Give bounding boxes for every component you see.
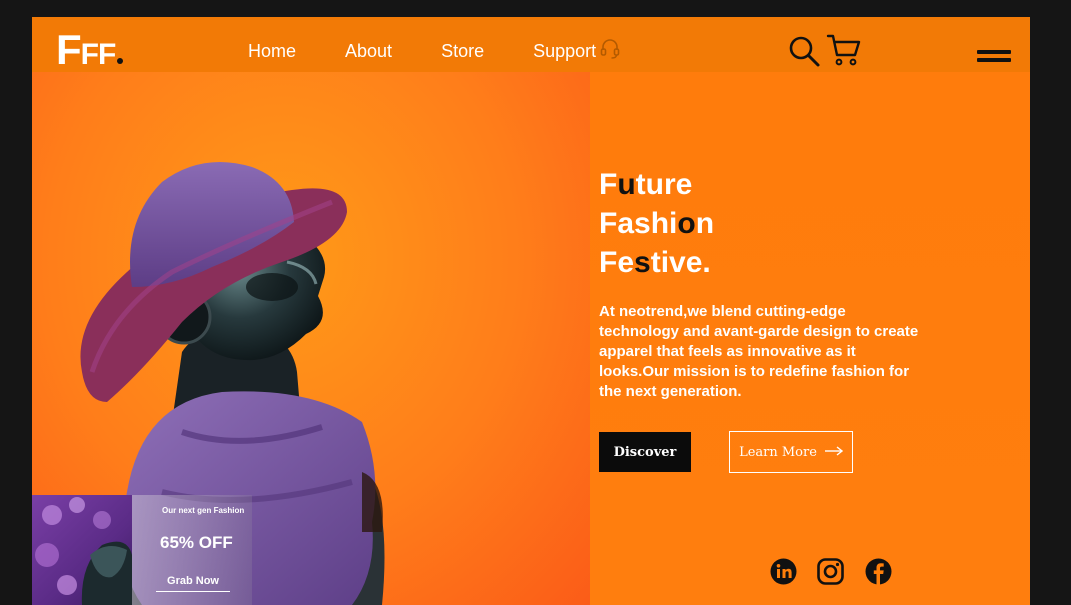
instagram-icon[interactable] [817, 558, 844, 590]
hero-headline: Future Fashion Festive. [599, 165, 714, 282]
promo-image [35, 497, 132, 605]
discover-button[interactable]: Discover [599, 432, 691, 472]
landing-page: F FF Home About Store Support Future Fas… [32, 17, 1030, 605]
hero-description: At neotrend,we blend cutting-edge techno… [599, 303, 919, 400]
headline-line-3: Festive. [599, 246, 711, 279]
headline-line-1: Future [599, 168, 693, 201]
promo-thumbnail[interactable] [32, 495, 132, 605]
learn-more-button[interactable]: Learn More [729, 431, 853, 473]
learn-more-label: Learn More [739, 444, 817, 460]
nav-store-link[interactable]: Store [441, 39, 484, 63]
nav-links: Home About Store Support [248, 39, 602, 63]
grab-now-link[interactable]: Grab Now [156, 575, 230, 592]
arrow-right-icon [824, 445, 844, 460]
facebook-icon[interactable] [865, 558, 892, 590]
brand-logo[interactable]: F FF [56, 26, 124, 73]
promo-kicker: Our next gen Fashion [162, 506, 245, 515]
cart-icon[interactable] [826, 32, 862, 73]
promo-offer: 65% OFF [160, 533, 233, 552]
logo-letter-big: F [56, 26, 82, 73]
logo-letters-small: FF [80, 38, 117, 71]
nav-support-link[interactable]: Support [533, 39, 596, 63]
search-icon[interactable] [787, 34, 821, 73]
navbar: F FF Home About Store Support [32, 17, 1030, 72]
nav-about-link[interactable]: About [345, 39, 392, 63]
linkedin-icon[interactable] [770, 558, 797, 590]
headline-line-2: Fashion [599, 207, 715, 240]
logo-dot [117, 58, 124, 64]
nav-home-link[interactable]: Home [248, 39, 296, 63]
headset-icon [600, 38, 620, 65]
hamburger-menu-icon[interactable] [977, 49, 1011, 70]
